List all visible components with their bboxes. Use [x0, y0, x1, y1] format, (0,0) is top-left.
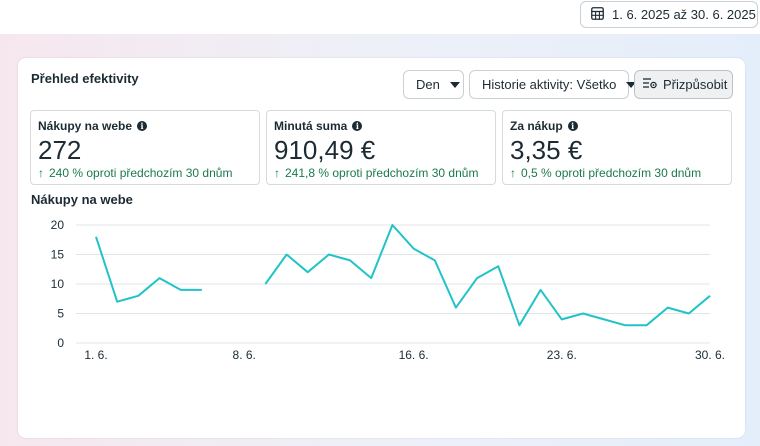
x-tick-label: 16. 6.	[399, 348, 429, 362]
data-point[interactable]	[93, 234, 99, 240]
data-point[interactable]	[157, 275, 163, 281]
metric-label: Nákupy na webe	[38, 119, 133, 133]
y-tick-label: 10	[51, 277, 65, 291]
chevron-down-icon	[449, 81, 460, 88]
x-tick-label: 30. 6.	[695, 348, 725, 362]
data-point[interactable]	[411, 246, 417, 252]
x-tick-label: 8. 6.	[233, 348, 256, 362]
series-line	[95, 236, 202, 303]
arrow-up-icon: ↑	[274, 166, 280, 180]
series-line	[264, 224, 711, 327]
data-point[interactable]	[389, 222, 395, 228]
chart-title: Nákupy na webe	[31, 192, 133, 207]
data-point[interactable]	[368, 275, 374, 281]
y-tick-label: 5	[57, 307, 64, 321]
metric-change: 241,8 % oproti předchozím 30 dnům	[285, 166, 479, 180]
granularity-label: Den	[416, 77, 440, 92]
y-tick-label: 15	[51, 248, 65, 262]
metric-change: 0,5 % oproti předchozím 30 dnům	[521, 166, 702, 180]
activity-history-label: Historie aktivity: Všetko	[482, 77, 617, 92]
x-tick-label: 1. 6.	[84, 348, 107, 362]
data-point[interactable]	[665, 305, 671, 311]
data-point[interactable]	[347, 257, 353, 263]
data-point[interactable]	[559, 316, 565, 322]
metric-web-purchases[interactable]: Nákupy na webe i 272 ↑ 240 % oproti před…	[30, 110, 260, 185]
data-point[interactable]	[432, 257, 438, 263]
customize-settings-icon	[643, 77, 657, 92]
y-tick-label: 20	[51, 218, 65, 232]
data-point[interactable]	[199, 287, 205, 293]
data-point[interactable]	[580, 311, 586, 317]
data-point[interactable]	[326, 252, 332, 258]
metric-label: Minutá suma	[274, 119, 348, 133]
y-tick-label: 0	[57, 336, 64, 350]
info-icon[interactable]: i	[567, 121, 578, 131]
data-point[interactable]	[686, 311, 692, 317]
x-tick-label: 23. 6.	[547, 348, 577, 362]
customize-button[interactable]: Přizpůsobit	[634, 70, 733, 99]
calendar-icon	[591, 6, 604, 23]
data-point[interactable]	[538, 287, 544, 293]
info-icon[interactable]: i	[352, 121, 363, 131]
customize-label: Přizpůsobit	[663, 77, 728, 92]
metric-amount-spent[interactable]: Minutá suma i 910,49 € ↑ 241,8 % oproti …	[266, 110, 496, 185]
data-point[interactable]	[305, 269, 311, 275]
performance-overview-card: Přehled efektivity Den Historie aktivity…	[18, 58, 745, 438]
info-icon[interactable]: i	[137, 121, 148, 131]
data-point[interactable]	[601, 316, 607, 322]
date-range-picker[interactable]: 1. 6. 2025 až 30. 6. 2025	[580, 1, 758, 28]
data-point[interactable]	[453, 305, 459, 311]
data-point[interactable]	[135, 293, 141, 299]
arrow-up-icon: ↑	[510, 166, 516, 180]
metric-value: 3,35 €	[510, 135, 583, 165]
data-point[interactable]	[114, 299, 120, 305]
data-point[interactable]	[178, 287, 184, 293]
data-point[interactable]	[284, 252, 290, 258]
data-point[interactable]	[622, 322, 628, 328]
metric-value: 272	[38, 135, 82, 165]
date-range-label: 1. 6. 2025 až 30. 6. 2025	[612, 7, 756, 22]
data-point[interactable]	[262, 281, 268, 287]
purchases-line-chart: 0 5 10 15 20 1. 6. 8. 6. 16. 6. 23. 6. 30. 6.	[51, 218, 725, 362]
arrow-up-icon: ↑	[38, 166, 44, 180]
metric-cost-per-purchase[interactable]: Za nákup i 3,35 € ↑ 0,5 % oproti předcho…	[502, 110, 732, 185]
metric-change: 240 % oproti předchozím 30 dnům	[49, 166, 233, 180]
data-point[interactable]	[516, 322, 522, 328]
data-point[interactable]	[707, 293, 713, 299]
data-point[interactable]	[474, 275, 480, 281]
granularity-dropdown[interactable]: Den	[403, 70, 464, 99]
card-title: Přehled efektivity	[31, 71, 139, 86]
activity-history-dropdown[interactable]: Historie aktivity: Všetko	[469, 70, 637, 99]
metric-label: Za nákup	[510, 119, 563, 133]
metric-value: 910,49 €	[274, 135, 376, 165]
data-point[interactable]	[643, 322, 649, 328]
data-point[interactable]	[495, 263, 501, 269]
